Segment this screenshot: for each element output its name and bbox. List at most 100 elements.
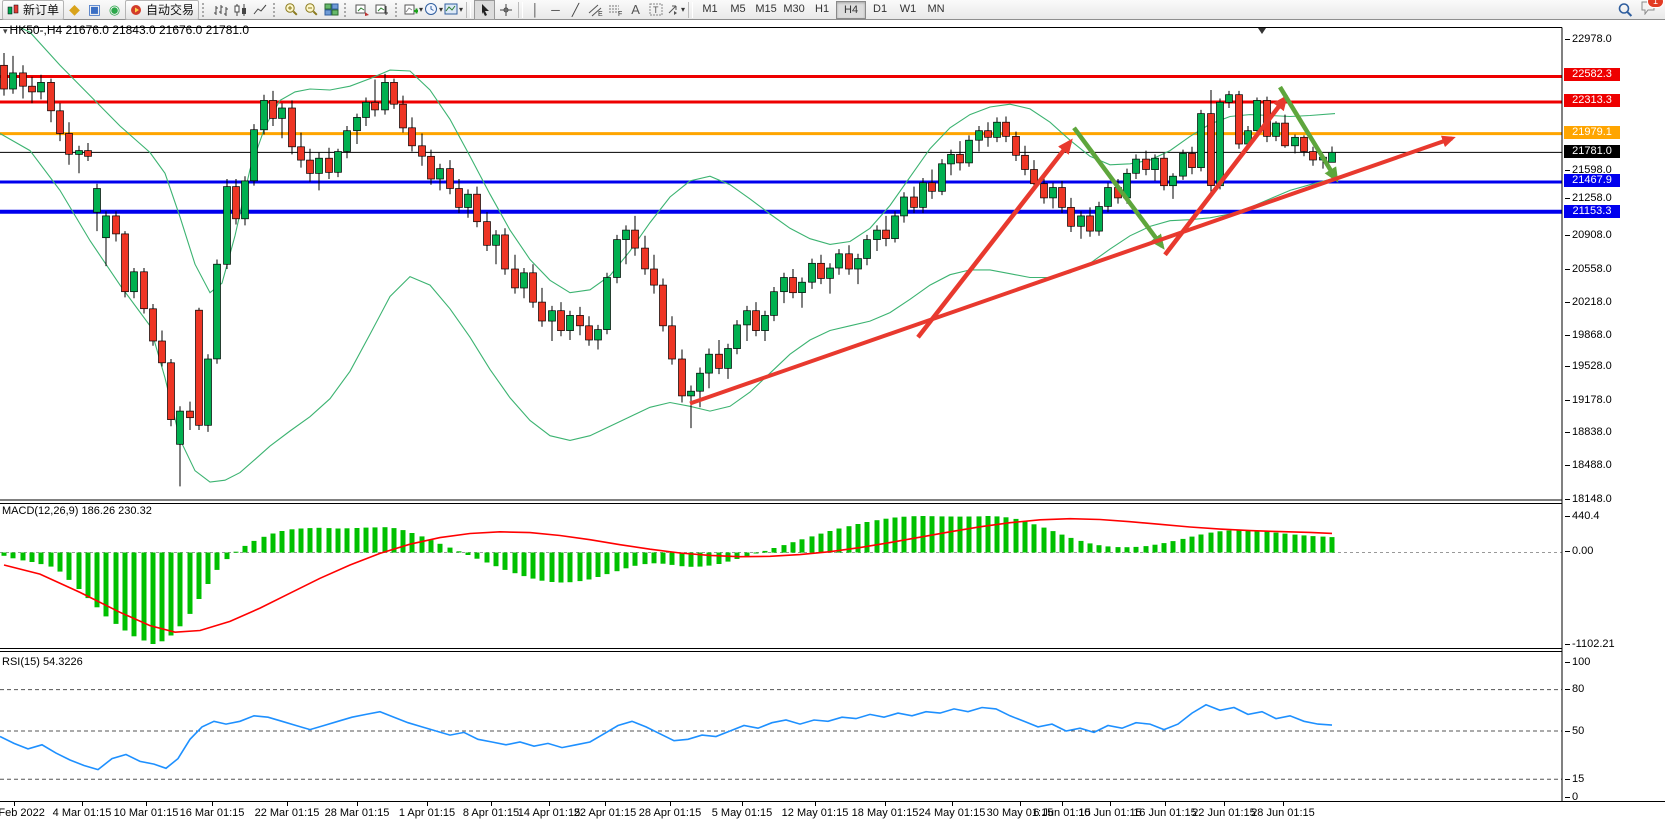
time-label: 12 May 01:15 bbox=[782, 807, 849, 819]
main-pane[interactable] bbox=[0, 20, 1562, 486]
time-tick bbox=[1224, 802, 1225, 806]
price-flag-21153.3: 21153.3 bbox=[1564, 205, 1620, 218]
chart-candles-icon[interactable] bbox=[231, 1, 250, 19]
price-tick-19528.0: 19528.0 bbox=[1572, 360, 1612, 372]
vertical-line-icon[interactable]: │ bbox=[526, 1, 545, 19]
price-flag-21467.9: 21467.9 bbox=[1564, 174, 1620, 187]
templates-icon[interactable]: ▾ bbox=[444, 1, 463, 19]
chart-line-icon[interactable] bbox=[251, 1, 270, 19]
time-axis[interactable]: 28 Feb 20224 Mar 01:1510 Mar 01:1516 Mar… bbox=[0, 801, 1665, 822]
time-tick bbox=[82, 802, 83, 806]
price-tick-21258.0: 21258.0 bbox=[1572, 192, 1612, 204]
rsi-indicator-label: RSI(15) 54.3226 bbox=[2, 656, 83, 668]
price-flag-22313.3: 22313.3 bbox=[1564, 94, 1620, 107]
time-tick bbox=[1165, 802, 1166, 806]
chart-area[interactable]: ▾HK50-,H4 21676.0 21843.0 21676.0 21781.… bbox=[0, 20, 1563, 802]
time-tick bbox=[885, 802, 886, 806]
rsi-pane[interactable] bbox=[0, 690, 1562, 780]
arrange-cascade-icon[interactable] bbox=[353, 1, 372, 19]
shapes-icon[interactable]: ▾ bbox=[666, 1, 685, 19]
search-icon[interactable] bbox=[1615, 1, 1634, 19]
chart-canvas[interactable] bbox=[0, 20, 1563, 802]
toolbar-grip bbox=[344, 3, 350, 17]
timeframe-m5[interactable]: M5 bbox=[724, 1, 752, 17]
chat-badge: 1 bbox=[1647, 0, 1664, 8]
timeframe-d1[interactable]: D1 bbox=[866, 1, 894, 17]
horizontal-line-icon[interactable]: ─ bbox=[546, 1, 565, 19]
crosshair-icon[interactable] bbox=[496, 1, 515, 19]
time-tick bbox=[1283, 802, 1284, 806]
new-chart-icon[interactable]: ◆ bbox=[65, 1, 84, 19]
profiles-icon[interactable]: ▣ bbox=[85, 1, 104, 19]
rsi-tick-50: 50 bbox=[1572, 725, 1584, 737]
timeframes-clock-icon[interactable]: ▾ bbox=[424, 1, 443, 19]
time-label: 22 Apr 01:15 bbox=[574, 807, 636, 819]
arrange-tile-icon[interactable] bbox=[373, 1, 392, 19]
zoom-out-icon[interactable] bbox=[302, 1, 321, 19]
time-tick bbox=[212, 802, 213, 806]
chart-bars-icon[interactable] bbox=[211, 1, 230, 19]
time-label: 14 Apr 01:15 bbox=[518, 807, 580, 819]
text-icon[interactable]: A bbox=[626, 1, 645, 19]
timeframe-m30[interactable]: M30 bbox=[780, 1, 808, 17]
trend-arrow-5[interactable] bbox=[690, 138, 1452, 403]
toolbar: 新订单 ◆ ▣ ◉ 自动交易 ▾ ▾ ▾ │ ─ ╱ E F A T ▾ bbox=[0, 0, 1665, 20]
time-tick bbox=[427, 802, 428, 806]
chevron-down-icon: ▾ bbox=[419, 5, 423, 14]
chart-shift-marker[interactable] bbox=[1258, 28, 1266, 34]
price-axis[interactable]: 22978.021598.021258.020908.020558.020218… bbox=[1563, 20, 1665, 802]
price-tick-19868.0: 19868.0 bbox=[1572, 329, 1612, 341]
chat-icon[interactable]: 1 bbox=[1640, 0, 1657, 20]
time-tick bbox=[146, 802, 147, 806]
price-tick-18148.0: 18148.0 bbox=[1572, 493, 1612, 505]
timeframe-group: M1M5M15M30H1H4D1W1MN bbox=[696, 1, 950, 19]
rsi-tick-100: 100 bbox=[1572, 656, 1590, 668]
time-label: 16 Jun 01:15 bbox=[1133, 807, 1197, 819]
time-tick bbox=[287, 802, 288, 806]
cursor-icon[interactable] bbox=[474, 0, 495, 20]
autotrade-icon bbox=[130, 3, 143, 16]
autotrade-button[interactable]: 自动交易 bbox=[125, 0, 199, 20]
mt4-terminal: 新订单 ◆ ▣ ◉ 自动交易 ▾ ▾ ▾ │ ─ ╱ E F A T ▾ bbox=[0, 0, 1665, 822]
rsi-tick-15: 15 bbox=[1572, 773, 1584, 785]
new-order-icon bbox=[7, 3, 20, 16]
time-tick bbox=[14, 802, 15, 806]
price-tick-19178.0: 19178.0 bbox=[1572, 394, 1612, 406]
timeframe-h1[interactable]: H1 bbox=[808, 1, 836, 17]
time-label: 28 Mar 01:15 bbox=[325, 807, 390, 819]
toolbar-grip bbox=[202, 3, 208, 17]
time-label: 5 May 01:15 bbox=[712, 807, 773, 819]
equidistant-channel-icon[interactable]: E bbox=[586, 1, 605, 19]
text-label-icon[interactable]: T bbox=[646, 1, 665, 19]
add-indicator-icon[interactable]: ▾ bbox=[404, 1, 423, 19]
rsi-tick-80: 80 bbox=[1572, 683, 1584, 695]
zoom-in-icon[interactable] bbox=[282, 1, 301, 19]
toolbar-grip bbox=[395, 3, 401, 17]
chart-menu-icon[interactable]: ▾ bbox=[3, 26, 8, 36]
timeframe-m15[interactable]: M15 bbox=[752, 1, 780, 17]
price-tick-22978.0: 22978.0 bbox=[1572, 33, 1612, 45]
toolbar-separator bbox=[518, 2, 523, 18]
time-label: 22 Mar 01:15 bbox=[255, 807, 320, 819]
time-tick bbox=[357, 802, 358, 806]
time-tick bbox=[815, 802, 816, 806]
macd-tick-440.4: 440.4 bbox=[1572, 510, 1600, 522]
timeframe-h4[interactable]: H4 bbox=[836, 1, 866, 19]
time-tick bbox=[742, 802, 743, 806]
alerts-icon[interactable]: ◉ bbox=[105, 1, 124, 19]
timeframe-mn[interactable]: MN bbox=[922, 1, 950, 17]
timeframe-m1[interactable]: M1 bbox=[696, 1, 724, 17]
macd-pane[interactable] bbox=[0, 516, 1562, 644]
macd-indicator-label: MACD(12,26,9) 186.26 230.32 bbox=[2, 505, 152, 517]
new-order-button[interactable]: 新订单 bbox=[2, 0, 64, 20]
tile-windows-icon[interactable] bbox=[322, 1, 341, 19]
trendline-icon[interactable]: ╱ bbox=[566, 1, 585, 19]
macd-tick-0.00: 0.00 bbox=[1572, 545, 1593, 557]
svg-text:F: F bbox=[618, 11, 622, 17]
time-tick bbox=[1020, 802, 1021, 806]
price-tick-20558.0: 20558.0 bbox=[1572, 263, 1612, 275]
timeframe-w1[interactable]: W1 bbox=[894, 1, 922, 17]
time-label: 10 Mar 01:15 bbox=[114, 807, 179, 819]
time-label: 24 May 01:15 bbox=[919, 807, 986, 819]
fibonacci-icon[interactable]: F bbox=[606, 1, 625, 19]
